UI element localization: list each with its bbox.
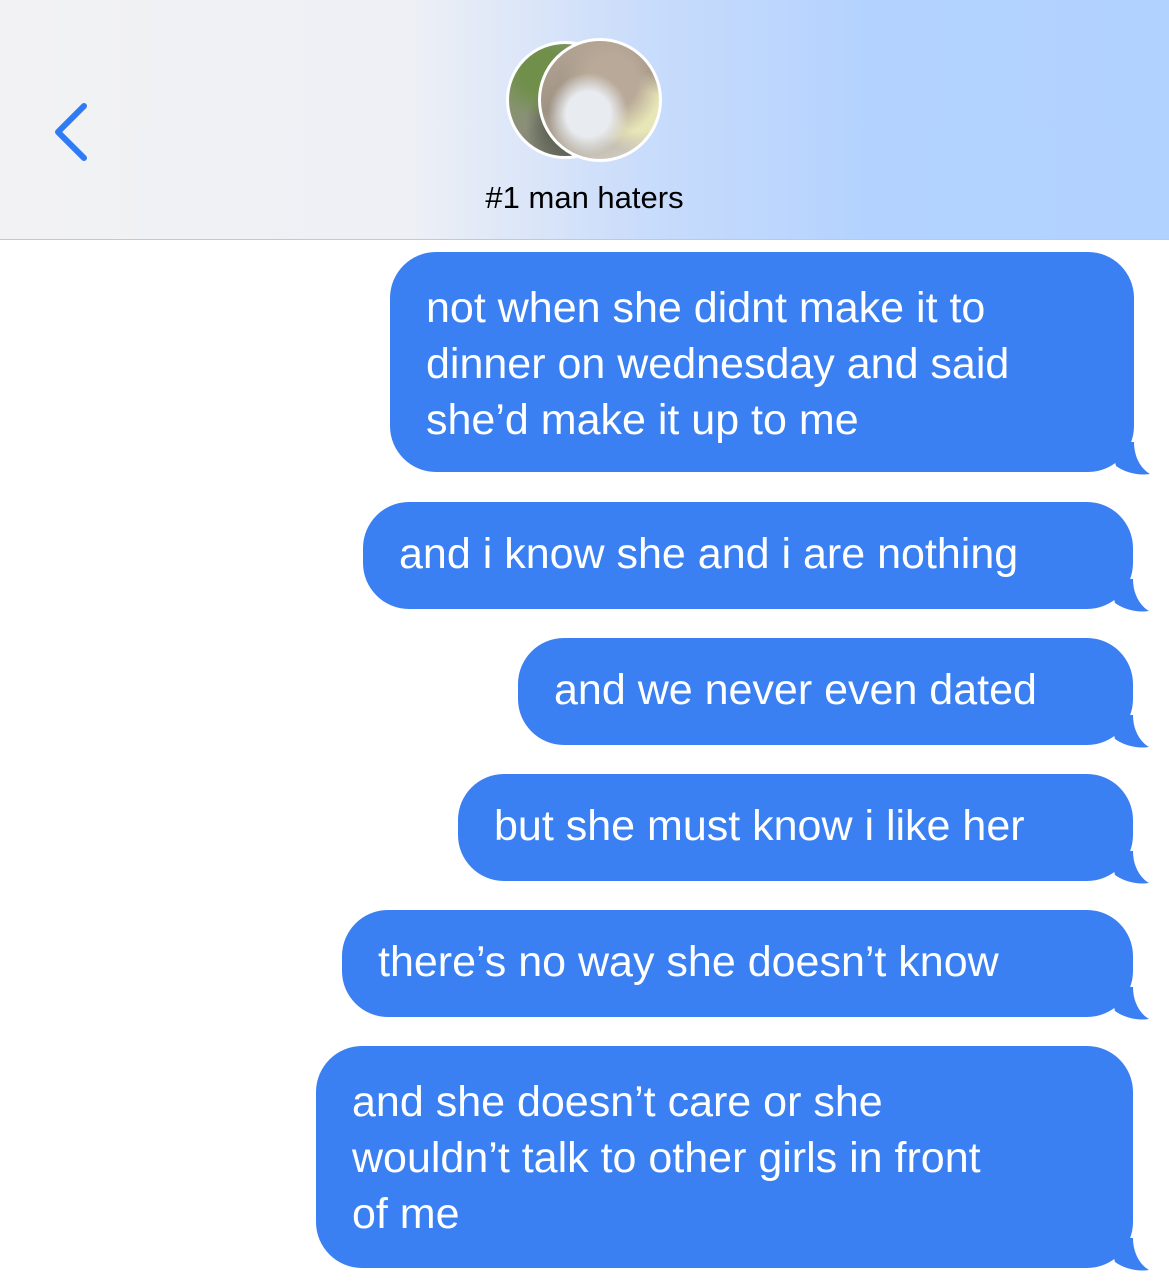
bubble-tail: [1109, 851, 1149, 884]
bubble-tail: [1109, 987, 1149, 1020]
message-text: and i know she and i are nothing: [399, 530, 1019, 578]
message-text: there’s no way she doesn’t know: [378, 938, 999, 986]
message-bubble[interactable]: and i know she and i are nothing: [363, 502, 1149, 612]
bubble-tail: [1109, 579, 1149, 612]
back-button[interactable]: [40, 92, 110, 172]
message-text: and she doesn’t care or she wouldn’t tal…: [352, 1078, 981, 1238]
message-text: and we never even dated: [554, 666, 1037, 714]
message-text: but she must know i like her: [494, 802, 1025, 850]
message-thread: not when she didnt make it to dinner on …: [0, 240, 1169, 1288]
chat-header: #1 man haters: [0, 0, 1169, 240]
message-bubble[interactable]: and we never even dated: [518, 638, 1149, 748]
message-bubble[interactable]: and she doesn’t care or she wouldn’t tal…: [316, 1046, 1149, 1271]
chevron-left-icon: [55, 103, 87, 161]
group-avatar-2: [538, 38, 662, 162]
message-bubble[interactable]: not when she didnt make it to dinner on …: [390, 252, 1150, 475]
message-bubble[interactable]: there’s no way she doesn’t know: [342, 910, 1149, 1020]
chat-title[interactable]: #1 man haters: [0, 180, 1169, 216]
bubble-tail: [1110, 442, 1150, 475]
message-text: not when she didnt make it to dinner on …: [426, 284, 1010, 444]
group-avatar[interactable]: [506, 38, 666, 162]
bubble-tail: [1109, 715, 1149, 748]
message-bubble[interactable]: but she must know i like her: [458, 774, 1149, 884]
bubble-tail: [1109, 1238, 1149, 1271]
